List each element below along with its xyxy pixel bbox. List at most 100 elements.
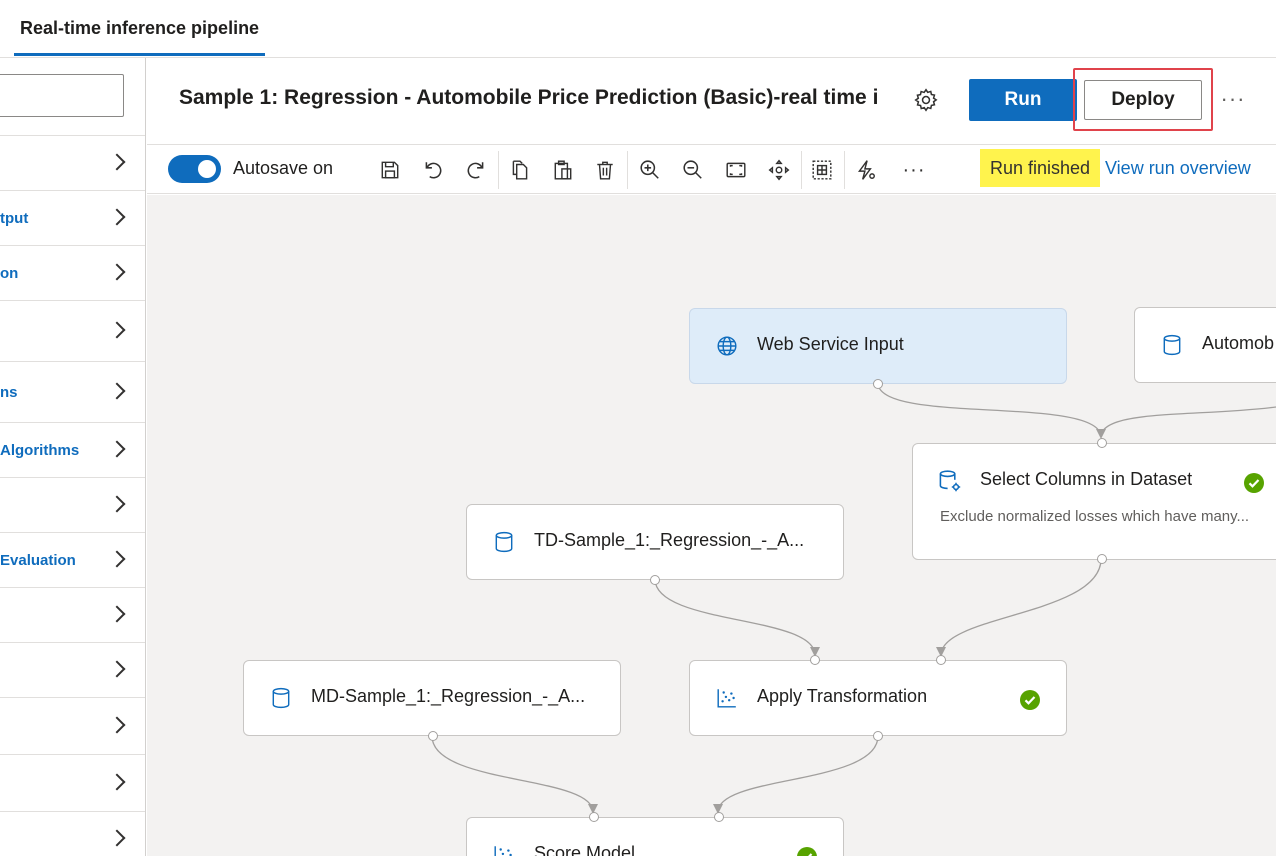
- output-port[interactable]: [650, 575, 660, 585]
- select-region-button[interactable]: [807, 155, 837, 185]
- input-port[interactable]: [936, 655, 946, 665]
- category-item[interactable]: [0, 135, 145, 190]
- module-search-input[interactable]: [0, 74, 124, 117]
- chevron-right-icon: [108, 153, 126, 171]
- toolbar-divider: [498, 151, 499, 189]
- node-md-sample[interactable]: MD-Sample_1:_Regression_-_A...: [243, 660, 621, 741]
- database-icon: [495, 531, 513, 553]
- undo-button[interactable]: [418, 155, 448, 185]
- input-port[interactable]: [714, 812, 724, 822]
- scatter-icon: [494, 846, 512, 856]
- node-select-columns[interactable]: Select Columns in Dataset Exclude normal…: [912, 438, 1276, 564]
- chevron-right-icon: [108, 321, 126, 339]
- auto-layout-icon: [857, 160, 875, 180]
- category-item[interactable]: [0, 697, 145, 754]
- edge-md-sample-to-score-model: [431, 735, 594, 813]
- node-label: Select Columns in Dataset: [980, 469, 1193, 489]
- paste-button[interactable]: [548, 155, 578, 185]
- undo-icon: [425, 162, 442, 179]
- toolbar-divider: [844, 151, 845, 189]
- deploy-button[interactable]: Deploy: [1084, 80, 1202, 120]
- copy-button[interactable]: [505, 155, 535, 185]
- category-label: ns: [0, 383, 18, 401]
- node-label: Apply Transformation: [757, 686, 928, 706]
- node-label: MD-Sample_1:_Regression_-_A...: [311, 686, 586, 706]
- save-button[interactable]: [375, 155, 405, 185]
- run-button[interactable]: Run: [969, 79, 1077, 121]
- zoom-out-button[interactable]: [678, 155, 708, 185]
- pan-button[interactable]: [764, 155, 794, 185]
- canvas-toolbar: Autosave on ··· Run finished View run ov…: [147, 144, 1276, 194]
- category-label: tput: [0, 209, 29, 227]
- category-item[interactable]: Evaluation: [0, 532, 145, 587]
- tab-real-time-inference-pipeline[interactable]: Real-time inference pipeline: [14, 0, 265, 56]
- autosave-label: Autosave on: [233, 158, 334, 178]
- input-port[interactable]: [589, 812, 599, 822]
- redo-icon: [467, 162, 484, 179]
- zoom-in-button[interactable]: [635, 155, 665, 185]
- category-item[interactable]: [0, 587, 145, 642]
- autosave-toggle[interactable]: [168, 155, 221, 183]
- output-port[interactable]: [873, 379, 883, 389]
- category-item[interactable]: [0, 300, 145, 361]
- scatter-icon: [717, 689, 736, 708]
- select-region-icon: [812, 160, 832, 180]
- category-item[interactable]: tput: [0, 190, 145, 245]
- node-automobile-dataset[interactable]: Automob: [1134, 307, 1276, 383]
- chevron-right-icon: [108, 495, 126, 513]
- paste-icon: [554, 160, 572, 180]
- pipeline-header: Sample 1: Regression - Automobile Price …: [147, 58, 1276, 144]
- node-label: Web Service Input: [757, 334, 904, 354]
- edge-td-sample-to-apply-transformation: [654, 578, 816, 656]
- category-item[interactable]: ns: [0, 361, 145, 422]
- output-port[interactable]: [873, 731, 883, 741]
- checkmark-icon: [1244, 473, 1264, 493]
- delete-button[interactable]: [590, 155, 620, 185]
- dataset-settings-icon: [939, 470, 961, 492]
- gear-icon: [914, 88, 938, 112]
- fit-to-screen-icon: [726, 162, 746, 178]
- category-item[interactable]: on: [0, 245, 145, 300]
- input-port[interactable]: [810, 655, 820, 665]
- edge-automobile-to-select-columns: [1100, 406, 1276, 438]
- output-port[interactable]: [1097, 554, 1107, 564]
- category-item[interactable]: [0, 477, 145, 532]
- chevron-right-icon: [108, 263, 126, 281]
- toolbar-divider: [801, 151, 802, 189]
- delete-icon: [597, 161, 613, 180]
- pan-icon: [768, 159, 790, 181]
- copy-icon: [512, 160, 528, 180]
- module-panel: tput on ns Algorithms Evaluation: [0, 58, 146, 856]
- settings-button[interactable]: [911, 85, 941, 115]
- output-port[interactable]: [428, 731, 438, 741]
- auto-layout-button[interactable]: [851, 155, 881, 185]
- save-icon: [381, 161, 399, 179]
- redo-button[interactable]: [461, 155, 491, 185]
- input-port[interactable]: [1097, 438, 1107, 448]
- chevron-right-icon: [108, 440, 126, 458]
- category-item[interactable]: [0, 642, 145, 697]
- chevron-right-icon: [108, 382, 126, 400]
- globe-icon: [717, 336, 737, 356]
- toggle-knob: [198, 160, 216, 178]
- node-score-model[interactable]: Score Model: [466, 812, 844, 856]
- category-item[interactable]: [0, 754, 145, 811]
- toolbar-more-button[interactable]: ···: [899, 155, 929, 185]
- node-td-sample[interactable]: TD-Sample_1:_Regression_-_A...: [466, 504, 844, 585]
- node-apply-transformation[interactable]: Apply Transformation: [689, 655, 1067, 741]
- edge-web-input-to-select-columns: [877, 382, 1102, 438]
- tab-bar: Real-time inference pipeline: [0, 0, 1276, 58]
- category-item[interactable]: [0, 811, 145, 856]
- chevron-right-icon: [108, 208, 126, 226]
- node-label: TD-Sample_1:_Regression_-_A...: [534, 530, 805, 550]
- chevron-right-icon: [108, 773, 126, 791]
- fit-to-screen-button[interactable]: [721, 155, 751, 185]
- pipeline-canvas[interactable]: Web Service Input Automob Select Columns…: [147, 195, 1276, 856]
- node-web-service-input[interactable]: Web Service Input: [689, 308, 1067, 389]
- chevron-right-icon: [108, 716, 126, 734]
- more-options-button[interactable]: ···: [1217, 84, 1249, 114]
- node-label: Automob: [1202, 333, 1275, 353]
- category-item[interactable]: Algorithms: [0, 422, 145, 477]
- active-tab-indicator: [14, 53, 265, 56]
- view-run-overview-link[interactable]: View run overview: [1105, 158, 1251, 179]
